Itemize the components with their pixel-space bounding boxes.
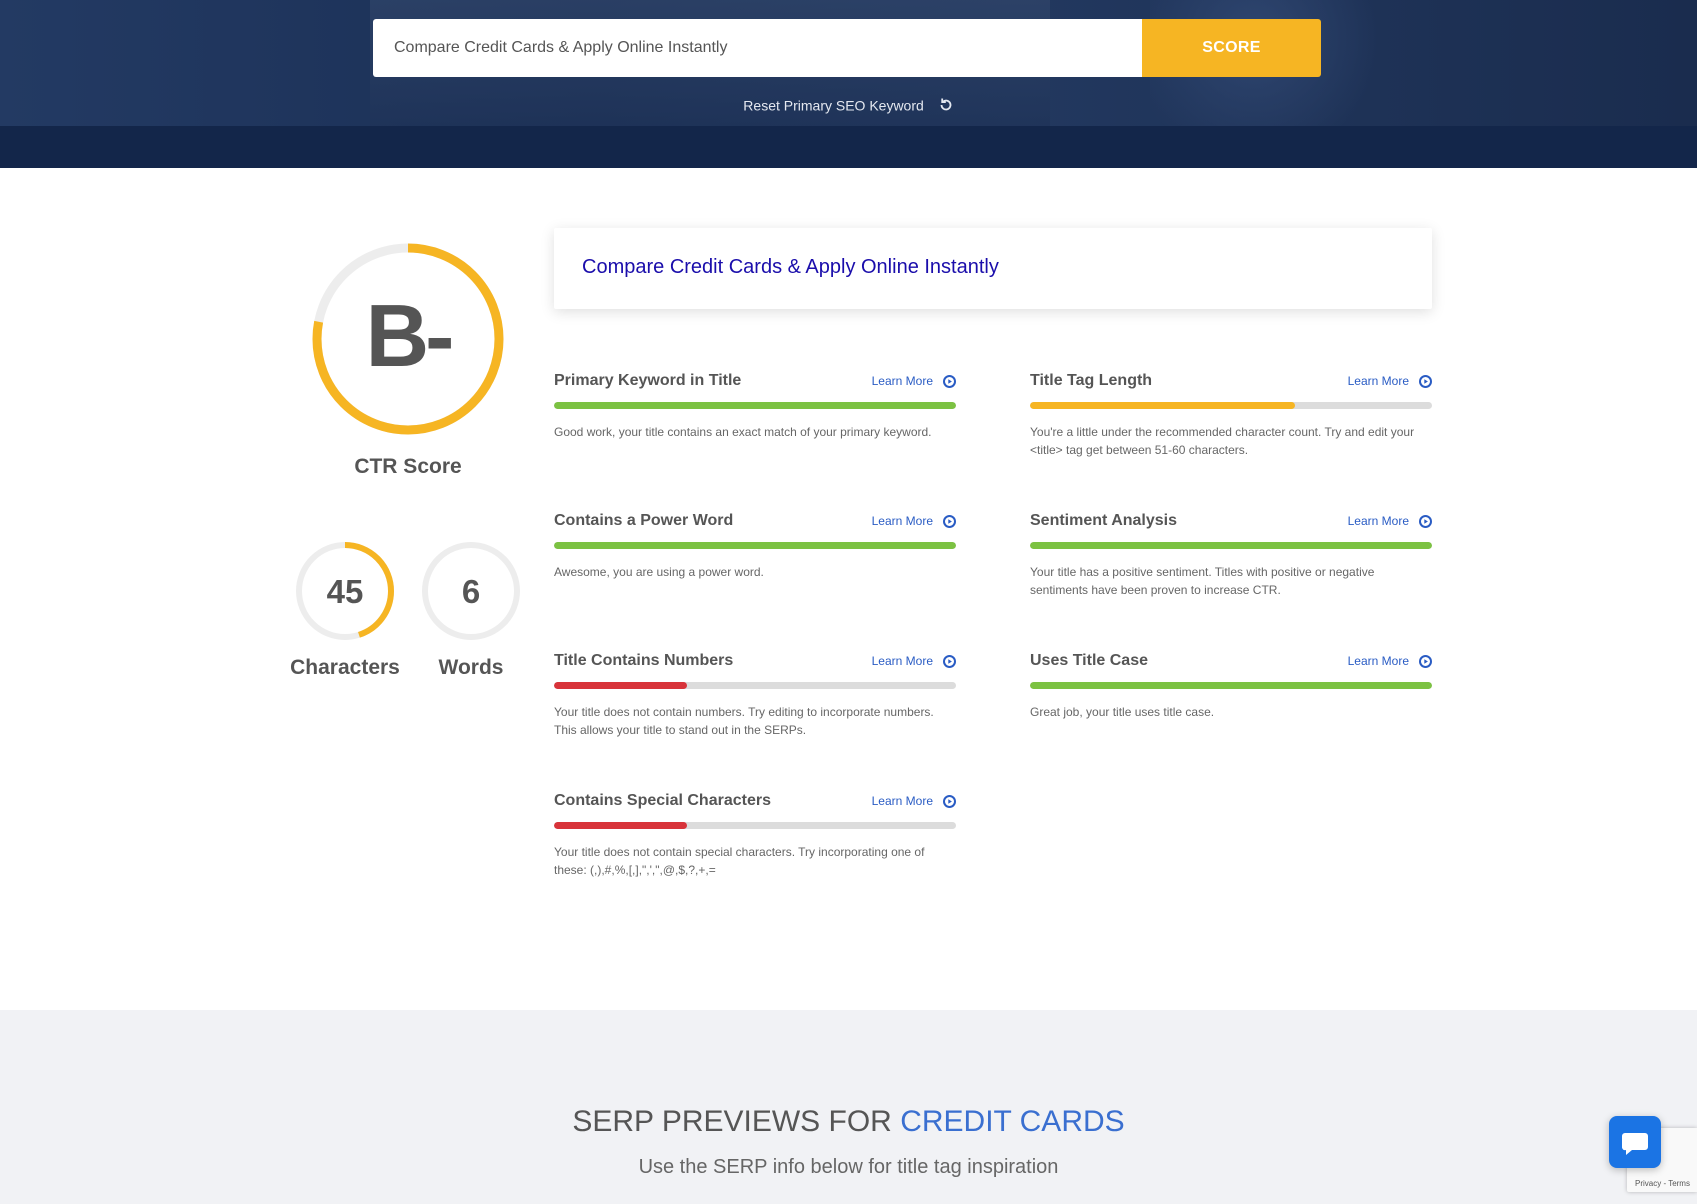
metric-description: Your title has a positive sentiment. Tit…	[1030, 565, 1375, 597]
learn-more-link[interactable]: Learn More	[872, 514, 956, 528]
metric-title: Primary Keyword in Title	[554, 372, 742, 389]
metric-progress-fill	[554, 822, 687, 829]
metric-title: Uses Title Case	[1030, 652, 1148, 669]
play-circle-icon	[1419, 654, 1432, 668]
reset-keyword-label: Reset Primary SEO Keyword	[743, 97, 924, 114]
words-label: Words	[438, 656, 504, 679]
recaptcha-links[interactable]: Privacy - Terms	[1635, 1179, 1690, 1188]
learn-more-link[interactable]: Learn More	[872, 794, 956, 808]
characters-count: 45	[326, 573, 364, 610]
metric-title: Sentiment Analysis	[1030, 512, 1178, 529]
metric-progress-fill	[1030, 682, 1432, 689]
learn-more-label: Learn More	[871, 374, 933, 388]
title-preview-card: Compare Credit Cards & Apply Online Inst…	[554, 228, 1432, 309]
metric-progress-fill	[554, 682, 687, 689]
chat-widget-button[interactable]	[1609, 1116, 1661, 1168]
learn-more-label: Learn More	[871, 794, 933, 808]
play-circle-icon	[943, 654, 956, 668]
metric-progress-fill	[554, 542, 956, 549]
learn-more-link[interactable]: Learn More	[1348, 654, 1432, 668]
words-count: 6	[461, 573, 481, 610]
title-preview-text: Compare Credit Cards & Apply Online Inst…	[582, 256, 999, 278]
serp-heading: SERP PREVIEWS FOR CREDIT CARDS	[0, 1105, 1697, 1139]
learn-more-link[interactable]: Learn More	[872, 654, 956, 668]
keyword-search-bar: SCORE	[373, 19, 1321, 77]
metric-description: Great job, your title uses title case.	[1030, 705, 1215, 719]
score-button[interactable]: SCORE	[1142, 19, 1321, 77]
metric-progress-fill	[1030, 542, 1432, 549]
learn-more-link[interactable]: Learn More	[1348, 514, 1432, 528]
metric-description: Good work, your title contains an exact …	[554, 425, 932, 439]
metric-title: Title Tag Length	[1030, 372, 1153, 389]
serp-previews-section: SERP PREVIEWS FOR CREDIT CARDS Use the S…	[0, 1010, 1697, 1204]
ctr-score-label: CTR Score	[354, 455, 462, 478]
metric-progress-bar	[554, 402, 956, 409]
play-circle-icon	[1419, 374, 1432, 388]
learn-more-label: Learn More	[1347, 654, 1409, 668]
play-circle-icon	[943, 374, 956, 388]
hero-banner: SCORE Reset Primary SEO Keyword	[0, 0, 1697, 168]
serp-heading-prefix: SERP PREVIEWS FOR	[572, 1105, 901, 1138]
metric-title: Contains a Power Word	[554, 512, 734, 529]
metric-progress-bar	[1030, 542, 1432, 549]
play-circle-icon	[943, 514, 956, 528]
metric-progress-bar	[1030, 402, 1432, 409]
metric-description: Awesome, you are using a power word.	[554, 565, 764, 579]
learn-more-link[interactable]: Learn More	[1348, 374, 1432, 388]
metric-description: Your title does not contain numbers. Try…	[554, 705, 934, 737]
serp-subheading: Use the SERP info below for title tag in…	[638, 1156, 1059, 1178]
metric-title: Contains Special Characters	[554, 792, 771, 809]
metric-description: You're a little under the recommended ch…	[1030, 425, 1415, 457]
learn-more-label: Learn More	[871, 514, 933, 528]
learn-more-label: Learn More	[1347, 514, 1409, 528]
learn-more-label: Learn More	[871, 654, 933, 668]
chat-bubble-icon	[1621, 1133, 1648, 1155]
ctr-grade: B-	[365, 286, 455, 385]
metric-progress-bar	[554, 682, 956, 689]
learn-more-link[interactable]: Learn More	[872, 374, 956, 388]
play-circle-icon	[1419, 514, 1432, 528]
reset-icon	[940, 98, 952, 111]
metric-progress-fill	[554, 402, 956, 409]
metric-progress-bar	[1030, 682, 1432, 689]
play-circle-icon	[943, 794, 956, 808]
serp-heading-keyword: CREDIT CARDS	[900, 1105, 1125, 1138]
metric-progress-fill	[1030, 402, 1296, 409]
learn-more-label: Learn More	[1347, 374, 1409, 388]
title-input[interactable]	[373, 19, 1142, 77]
metric-description: Your title does not contain special char…	[554, 845, 925, 877]
reset-keyword-link[interactable]: Reset Primary SEO Keyword	[0, 96, 1697, 113]
metric-progress-bar	[554, 822, 956, 829]
metric-progress-bar	[554, 542, 956, 549]
metric-title: Title Contains Numbers	[554, 652, 734, 669]
